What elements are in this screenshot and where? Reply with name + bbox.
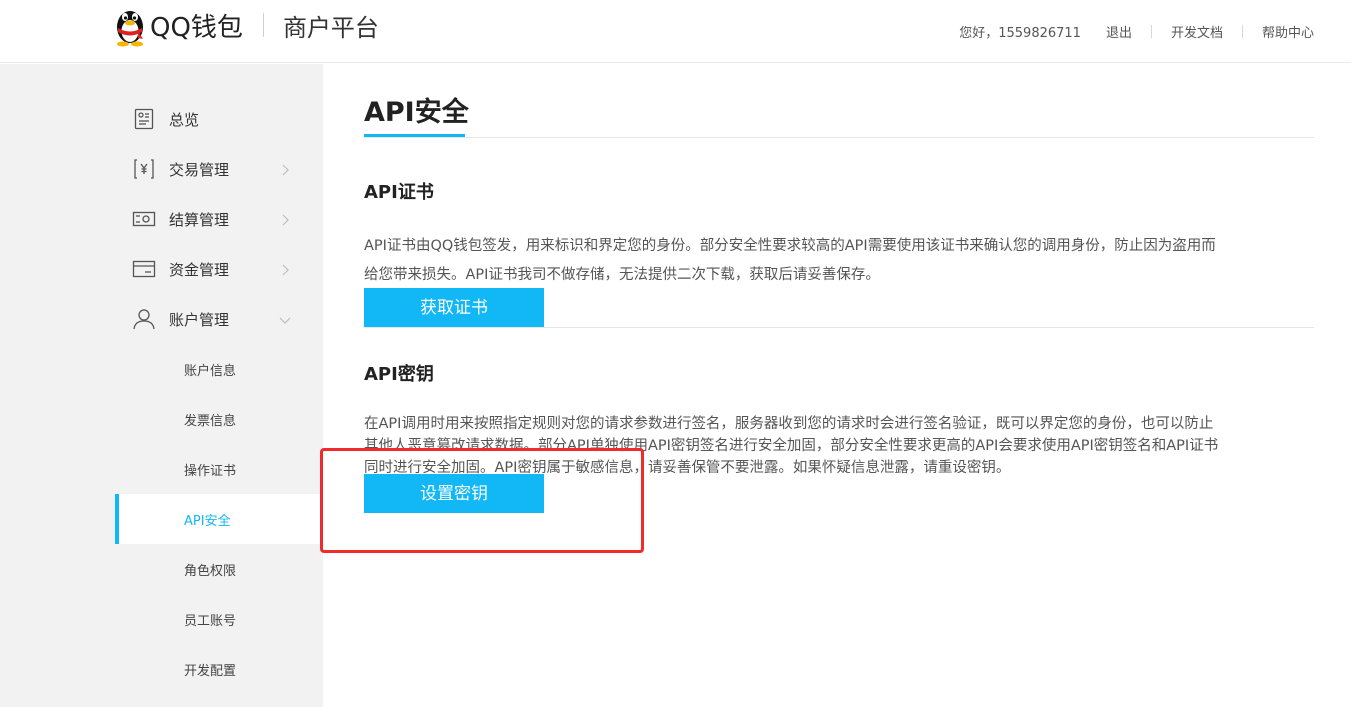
brand-logo[interactable]: QQ钱包 商户平台 (112, 4, 379, 47)
logo-divider (262, 13, 264, 37)
sidebar-subitem-dev-config[interactable]: 开发配置 (115, 644, 323, 694)
top-header: QQ钱包 商户平台 您好，1559826711 退出 开发文档 帮助中心 (0, 0, 1351, 63)
key-section-title: API密钥 (364, 364, 434, 385)
sidebar-subitem-operation-cert[interactable]: 操作证书 (115, 444, 323, 494)
sidebar-subitem-label: 操作证书 (184, 464, 237, 479)
nav-divider (1150, 25, 1152, 38)
set-key-button[interactable]: 设置密钥 (364, 474, 544, 513)
sidebar: 总览 交易管理 结算管理 资金管理 账户管理 账户信息 发票信息 操作证书 AP… (0, 64, 323, 707)
sidebar-item-label: 资金管理 (169, 261, 230, 279)
cert-section-title: API证书 (364, 182, 434, 203)
key-description: 其他人恶意篡改请求数据。部分API单独使用API密钥签名进行安全加固，部分安全性… (364, 438, 1219, 454)
sidebar-subitem-label: 账户信息 (184, 364, 237, 379)
chevron-right-icon (279, 262, 291, 276)
divider (364, 327, 1314, 328)
sidebar-subitem-staff-accounts[interactable]: 员工账号 (115, 594, 323, 644)
yen-receipt-icon (132, 157, 156, 181)
sidebar-subitem-label: 开发配置 (184, 664, 237, 679)
brand-name: QQ钱包 (150, 12, 243, 43)
sidebar-subitem-label: 员工账号 (184, 614, 237, 629)
sidebar-subitem-label: 角色权限 (184, 564, 237, 579)
chevron-right-icon (279, 212, 291, 226)
sidebar-subitem-account-info[interactable]: 账户信息 (115, 344, 323, 394)
sidebar-item-settlement[interactable]: 结算管理 (0, 197, 323, 241)
sidebar-item-funds[interactable]: 资金管理 (0, 247, 323, 291)
sidebar-item-overview[interactable]: 总览 (0, 97, 323, 141)
chevron-down-icon (279, 312, 291, 324)
page-title: API安全 (364, 97, 469, 128)
sidebar-subitem-api-security[interactable]: API安全 (115, 494, 323, 544)
logout-link[interactable]: 退出 (1106, 22, 1132, 41)
sidebar-item-label: 账户管理 (169, 311, 230, 329)
key-description: 在API调用时用来按照指定规则对您的请求参数进行签名，服务器收到您的请求时会进行… (364, 416, 1214, 432)
divider (364, 137, 1314, 138)
dev-docs-link[interactable]: 开发文档 (1171, 22, 1223, 41)
user-icon (132, 307, 156, 331)
chevron-right-icon (279, 162, 291, 176)
cert-description: API证书由QQ钱包签发，用来标识和界定您的身份。部分安全性要求较高的API需要… (364, 238, 1216, 254)
sidebar-subitem-label: API安全 (184, 514, 231, 529)
sidebar-item-label: 总览 (169, 111, 200, 129)
sidebar-item-account[interactable]: 账户管理 (0, 297, 323, 341)
qq-penguin-icon (112, 5, 148, 47)
sidebar-item-label: 结算管理 (169, 211, 230, 229)
cert-description: 给您带来损失。API证书我司不做存储，无法提供二次下载，获取后请妥善保存。 (364, 267, 880, 283)
nav-divider (1241, 25, 1243, 38)
sidebar-subitem-role-permissions[interactable]: 角色权限 (115, 544, 323, 594)
sidebar-item-label: 交易管理 (169, 161, 230, 179)
user-greeting: 您好，1559826711 (959, 26, 1081, 41)
top-nav: 您好，1559826711 退出 开发文档 帮助中心 (959, 22, 1314, 41)
help-center-link[interactable]: 帮助中心 (1262, 22, 1314, 41)
sidebar-subitem-invoice-info[interactable]: 发票信息 (115, 394, 323, 444)
card-icon (132, 257, 156, 281)
sidebar-subitem-label: 发票信息 (184, 414, 237, 429)
money-note-icon (132, 207, 156, 231)
get-cert-button[interactable]: 获取证书 (364, 288, 544, 327)
platform-name: 商户平台 (282, 13, 379, 42)
overview-icon (132, 107, 156, 131)
sidebar-item-transactions[interactable]: 交易管理 (0, 147, 323, 191)
